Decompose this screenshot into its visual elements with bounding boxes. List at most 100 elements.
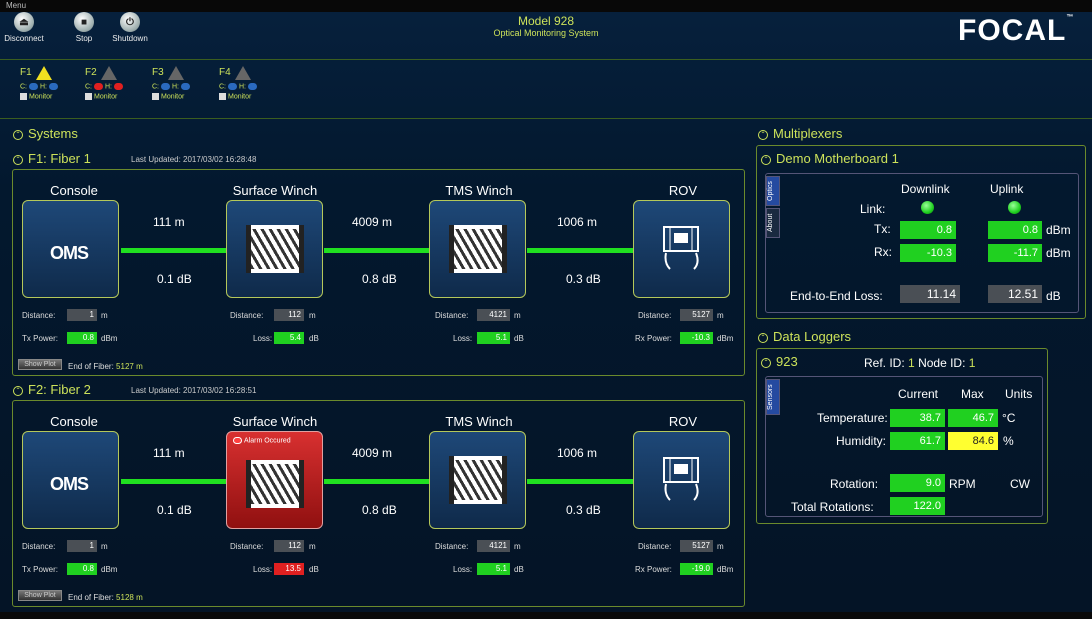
rov-icon (663, 226, 699, 270)
tab-optics[interactable]: Optics (766, 176, 780, 206)
unit-m: m (514, 311, 521, 320)
fiber-link (527, 248, 634, 253)
monitor-checkbox[interactable]: Monitor (20, 93, 74, 101)
unit-m: m (717, 311, 724, 320)
menu-bar[interactable]: Menu (0, 0, 1092, 12)
multiplexers-title: Multiplexers (773, 126, 843, 141)
fiber1-header[interactable]: ⌃ F1: Fiber 1 (13, 151, 91, 166)
rov-node[interactable] (633, 431, 730, 529)
power-icon: ⏻ (120, 12, 140, 32)
eof-value: 5127 m (116, 362, 143, 371)
distance-label: Distance: (230, 542, 264, 551)
loss-label: Loss: (453, 565, 473, 574)
motherboard-header[interactable]: ⌃ Demo Motherboard 1 (761, 151, 899, 166)
monitor-checkbox[interactable]: Monitor (85, 93, 139, 101)
tab-sensors[interactable]: Sensors (766, 379, 780, 415)
console-node[interactable]: OMS (22, 200, 119, 298)
fiber-status-f3: F3 C: H: Monitor (152, 66, 206, 101)
shutdown-button[interactable]: ⏻ Shutdown (108, 12, 152, 43)
monitor-label: Monitor (161, 93, 185, 101)
tab-about[interactable]: About (766, 208, 780, 238)
node-label-surface-winch: Surface Winch (232, 183, 318, 198)
node-label-console: Console (50, 414, 98, 429)
monitor-checkbox[interactable]: Monitor (152, 93, 206, 101)
rov-icon (663, 457, 699, 501)
console-node[interactable]: OMS (22, 431, 119, 529)
eof-value: 5128 m (116, 593, 143, 602)
node-label-tms-winch: TMS Winch (445, 183, 513, 198)
fiber-status-f1: F1 C: H: Monitor (20, 66, 74, 101)
system-subtitle: Optical Monitoring System (493, 28, 599, 38)
h-led-icon (248, 83, 257, 90)
monitor-label: Monitor (29, 93, 53, 101)
fiber2-title: F2: Fiber 2 (28, 382, 91, 397)
fiber-link (527, 479, 634, 484)
distance-value: 112 (274, 309, 304, 321)
multiplexers-section-header[interactable]: ⌃ Multiplexers (758, 126, 842, 141)
max-header: Max (961, 387, 984, 401)
temperature-unit: °C (1002, 411, 1016, 425)
end-of-fiber: End of Fiber: 5127 m (68, 362, 143, 371)
node-label-tms-winch: TMS Winch (445, 414, 513, 429)
logo-tm: ™ (1066, 14, 1075, 21)
unit-m: m (309, 311, 316, 320)
rx-power-label: Rx Power: (635, 565, 672, 574)
c-label: C: (152, 83, 159, 91)
systems-section-header[interactable]: ⌃ Systems (13, 126, 78, 141)
uplink-led-icon (1008, 201, 1021, 214)
shutdown-label: Shutdown (112, 34, 148, 43)
rx-label: Rx: (874, 245, 892, 259)
alarm-led-icon (233, 437, 242, 444)
humidity-current: 61.7 (890, 432, 945, 450)
unit-dbm: dBm (1046, 223, 1071, 237)
humidity-label: Humidity: (836, 434, 887, 448)
rx-power-label: Rx Power: (635, 334, 672, 343)
winch-icon (449, 225, 507, 273)
rov-node[interactable] (633, 200, 730, 298)
link-loss: 0.1 dB (157, 272, 192, 286)
h-led-icon (49, 83, 58, 90)
loss-value: 5.1 (477, 332, 510, 344)
unit-m: m (101, 542, 108, 551)
show-plot-button[interactable]: Show Plot (18, 590, 62, 601)
checkbox-icon (85, 93, 92, 101)
rx-power-value: -10.3 (680, 332, 713, 344)
motherboard-title: Demo Motherboard 1 (776, 151, 899, 166)
loss-label: Loss: (253, 334, 273, 343)
stop-button[interactable]: ■ Stop (62, 12, 106, 43)
surface-winch-node[interactable] (226, 200, 323, 298)
disconnect-button[interactable]: ⏏ Disconnect (2, 12, 46, 43)
tx-downlink-value: 0.8 (900, 221, 956, 239)
h-led-icon (114, 83, 123, 90)
tx-power-label: Tx Power: (22, 565, 59, 574)
tms-winch-node[interactable] (429, 431, 526, 529)
monitor-checkbox[interactable]: Monitor (219, 93, 273, 101)
fiber1-updated: Last Updated: 2017/03/02 16:28:48 (131, 155, 257, 164)
show-plot-button[interactable]: Show Plot (18, 359, 62, 370)
fiber-link (324, 248, 430, 253)
node-label-surface-winch: Surface Winch (232, 414, 318, 429)
tx-power-value: 0.8 (67, 563, 97, 575)
distance-label: Distance: (22, 542, 56, 551)
unit-db: dB (309, 565, 319, 574)
node-id-label: Node ID: (918, 356, 966, 370)
monitor-label: Monitor (94, 93, 118, 101)
surface-winch-node-alarm[interactable]: Alarm Occured (226, 431, 323, 529)
data-loggers-title: Data Loggers (773, 329, 852, 344)
collapse-icon: ⌃ (13, 129, 23, 140)
link-label: Link: (860, 202, 886, 216)
tms-winch-node[interactable] (429, 200, 526, 298)
ref-id-value: 1 (908, 356, 915, 370)
logger-923-header[interactable]: ⌃ 923 (761, 354, 798, 369)
fiber2-header[interactable]: ⌃ F2: Fiber 2 (13, 382, 91, 397)
units-header: Units (1005, 387, 1033, 401)
status-divider (0, 118, 1092, 119)
link-distance: 1006 m (557, 446, 598, 460)
menu-label[interactable]: Menu (6, 1, 26, 10)
distance-label: Distance: (638, 542, 672, 551)
unit-db: dB (514, 565, 524, 574)
data-loggers-section-header[interactable]: ⌃ Data Loggers (758, 329, 851, 344)
h-label: H: (105, 83, 112, 91)
status-bar (0, 612, 1092, 619)
unit-dbm: dBm (717, 565, 734, 574)
